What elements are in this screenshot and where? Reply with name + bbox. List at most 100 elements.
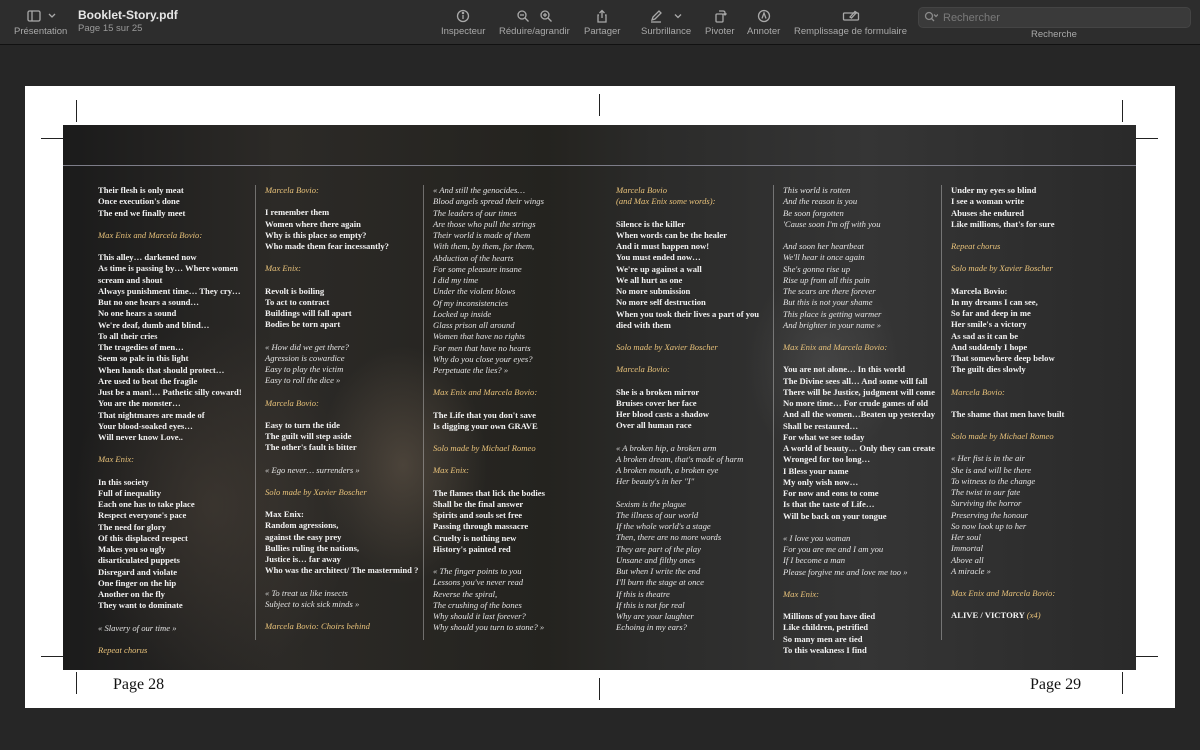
lyric-verse: Their flesh is only meat Once execution'… bbox=[98, 185, 186, 218]
credit-line: Max Enix and Marcela Bovio: bbox=[98, 229, 203, 240]
lyric-chorus: « How did we get there? Agression is cow… bbox=[265, 341, 349, 386]
lyric-chorus: This world is rotten And the reason is y… bbox=[783, 185, 881, 229]
presentation-label: Présentation bbox=[14, 26, 68, 37]
zoom-in-icon[interactable] bbox=[539, 9, 553, 23]
lyric-verse: I remember them Women where there again … bbox=[265, 207, 389, 251]
crop-mark bbox=[1122, 672, 1123, 694]
zoom-out-icon[interactable] bbox=[516, 9, 530, 23]
crop-mark bbox=[1136, 138, 1158, 139]
search-label: Recherche bbox=[1031, 29, 1077, 40]
info-icon bbox=[457, 9, 470, 23]
inspector-button[interactable]: Inspecteur bbox=[441, 6, 485, 37]
booklet-artwork: Their flesh is only meat Once execution'… bbox=[63, 125, 1136, 670]
lyric-chorus: « I love you woman For you are me and I … bbox=[783, 532, 908, 577]
pen-icon bbox=[651, 10, 662, 23]
crop-mark bbox=[599, 678, 600, 700]
credit-line: Marcela Bovio: bbox=[265, 185, 319, 195]
lyric-verse: Silence is the killer When words can be … bbox=[616, 218, 760, 330]
markup-icon bbox=[757, 9, 770, 23]
credit-line: Solo made by Xavier Boscher bbox=[265, 486, 367, 497]
lyric-chorus: « The finger points to you Lessons you'v… bbox=[433, 566, 545, 633]
credit-line: Marcela Bovio: Choirs behind bbox=[265, 621, 370, 631]
crop-mark bbox=[76, 672, 77, 694]
credit-line: Max Enix and Marcela Bovio: bbox=[951, 588, 1056, 598]
lyric-chorus: « Slavery of our time » bbox=[98, 622, 177, 633]
annotate-button[interactable]: Annoter bbox=[747, 6, 780, 37]
credit-line: Marcela Bovio: bbox=[616, 364, 670, 375]
lyrics-column-4: Marcela Bovio (and Max Enix some words):… bbox=[616, 185, 771, 645]
lyrics-column-2: Marcela Bovio: I remember them Women wher… bbox=[265, 185, 420, 643]
lyric-verse: She is a broken mirror Bruises cover her… bbox=[616, 386, 709, 431]
lyric-verse: The flames that lick the bodies Shall be… bbox=[433, 487, 545, 554]
lyric-chorus: « To treat us like insects Subject to si… bbox=[265, 587, 360, 609]
credit-line: Solo made by Xavier Boscher bbox=[616, 342, 718, 352]
highlight-label: Surbrillance bbox=[641, 26, 692, 37]
form-fill-button[interactable]: Remplissage de formulaire bbox=[794, 6, 907, 37]
page-number-right: Page 29 bbox=[1030, 676, 1082, 693]
page-number-left: Page 28 bbox=[113, 676, 165, 693]
lyric-chorus: And soon her heartbeat We'll hear it onc… bbox=[783, 241, 882, 330]
sidebar-icon bbox=[27, 10, 56, 22]
zoom-label: Réduire/agrandir bbox=[499, 26, 570, 37]
credit-line: Max Enix: bbox=[265, 263, 302, 274]
share-label: Partager bbox=[584, 26, 621, 37]
column-divider bbox=[255, 185, 256, 640]
rotate-icon bbox=[715, 10, 727, 23]
credit-line: Max Enix and Marcela Bovio: bbox=[433, 387, 538, 398]
lyric-verse: You are not alone… In this world The Div… bbox=[783, 364, 936, 521]
inspector-label: Inspecteur bbox=[441, 26, 486, 37]
lyric-verse: Easy to turn the tide The guilt will ste… bbox=[265, 419, 357, 453]
credit-line: Max Enix: bbox=[98, 454, 135, 465]
crop-mark bbox=[1136, 656, 1158, 657]
lyric-verse: The Life that you don't save Is digging … bbox=[433, 409, 538, 431]
lyric-chorus: Sexism is the plague The illness of our … bbox=[616, 498, 722, 633]
crop-mark bbox=[76, 100, 77, 122]
crop-mark bbox=[599, 94, 600, 116]
presentation-button[interactable]: Présentation bbox=[14, 6, 67, 37]
crop-mark bbox=[1122, 100, 1123, 122]
credit-line: Solo made by Michael Romeo bbox=[951, 431, 1054, 441]
credit-line: (x4) bbox=[1026, 610, 1041, 621]
column-divider bbox=[941, 185, 942, 640]
search-field[interactable] bbox=[918, 7, 1191, 28]
credit-line: Marcela Bovio: bbox=[951, 386, 1005, 397]
column-divider bbox=[773, 185, 774, 640]
credit-line: Repeat chorus bbox=[98, 644, 148, 655]
credit-line: Max Enix and Marcela Bovio: bbox=[783, 342, 888, 352]
lyric-verse: The shame that men have built bbox=[951, 408, 1065, 419]
lyric-verse: Max Enix: Random agressions, against the… bbox=[265, 509, 419, 576]
lyric-verse: In this society Full of inequality Each … bbox=[98, 476, 195, 611]
share-button[interactable]: Partager bbox=[584, 6, 620, 37]
lyrics-column-3: « And still the genocides… Blood angels … bbox=[433, 185, 603, 645]
lyric-verse: Marcela Bovio: In my dreams I can see, S… bbox=[951, 285, 1055, 375]
form-fill-icon bbox=[842, 10, 859, 21]
divider-line bbox=[63, 165, 1136, 166]
highlight-button[interactable]: Surbrillance bbox=[641, 6, 691, 37]
lyric-chorus: « Her fist is in the air She is and will… bbox=[951, 453, 1036, 576]
zoom-button[interactable]: Réduire/agrandir bbox=[499, 6, 570, 37]
rotate-button[interactable]: Pivoter bbox=[705, 6, 735, 37]
credit-line: Marcela Bovio: bbox=[265, 397, 319, 408]
lyric-verse: This alley… darkened now As time is pass… bbox=[98, 252, 242, 442]
credit-line: Repeat chorus bbox=[951, 241, 1001, 251]
credit-line: Max Enix: bbox=[433, 465, 470, 476]
crop-mark bbox=[41, 138, 63, 139]
lyric-chorus: « And still the genocides… Blood angels … bbox=[433, 185, 544, 375]
lyric-chorus: « Ego never… surrenders » bbox=[265, 464, 360, 475]
column-divider bbox=[423, 185, 424, 640]
lyric-chorus: « A broken hip, a broken arm A broken dr… bbox=[616, 442, 744, 487]
toolbar: Présentation Booklet-Story.pdf Page 15 s… bbox=[0, 0, 1200, 45]
credit-line: Solo made by Michael Romeo bbox=[433, 443, 536, 453]
chevron-down-icon[interactable] bbox=[673, 11, 683, 21]
lyric-verse: Millions of you have died Like children,… bbox=[783, 611, 876, 655]
document-title: Booklet-Story.pdf bbox=[78, 8, 178, 22]
credit-line: Solo made by Xavier Boscher bbox=[951, 263, 1053, 274]
credit-line: Max Enix: bbox=[783, 588, 820, 599]
crop-mark bbox=[41, 656, 63, 657]
rotate-label: Pivoter bbox=[705, 26, 735, 37]
search-input[interactable] bbox=[941, 9, 1185, 27]
lyric-verse: ALIVE / VICTORY bbox=[951, 610, 1027, 621]
lyrics-column-5: This world is rotten And the reason is y… bbox=[783, 185, 939, 667]
credit-line: Marcela Bovio (and Max Enix some words): bbox=[616, 185, 716, 207]
lyric-verse: Under my eyes so blind I see a woman wri… bbox=[951, 185, 1055, 229]
